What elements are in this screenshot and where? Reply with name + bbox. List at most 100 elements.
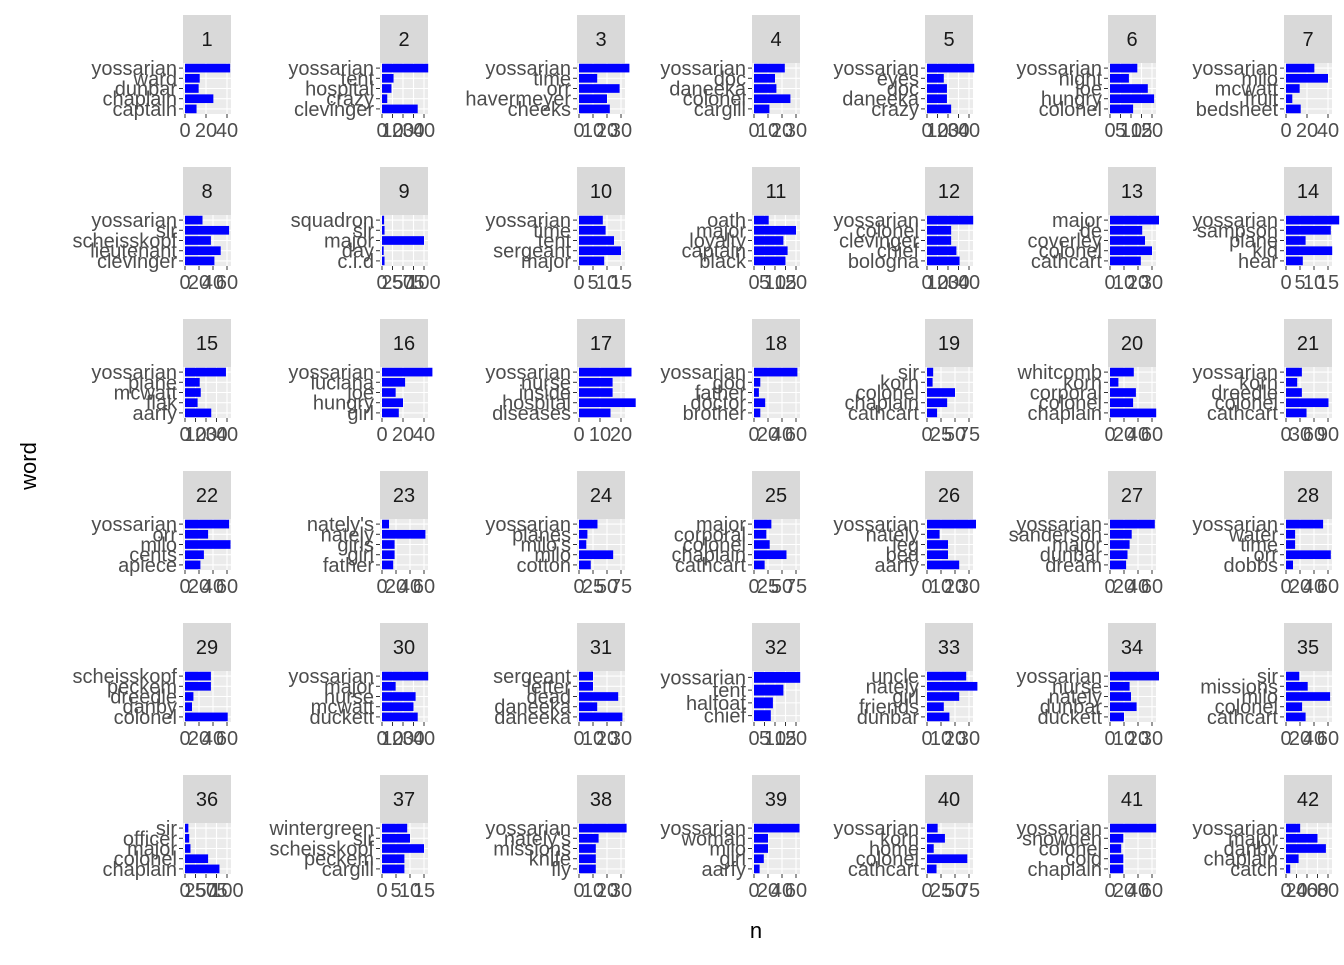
word-label: chief — [704, 706, 747, 728]
bar — [185, 84, 199, 93]
facet-panel-36: 36sirofficermajorcolonelchaplain02550751… — [102, 775, 244, 902]
x-tick-label: 20 — [195, 120, 217, 142]
bar — [1110, 94, 1155, 104]
x-tick-label: 30 — [958, 576, 980, 598]
facet-panel-33: 33unclenatelygirlfriendsdunbar0102030 — [857, 623, 980, 750]
bar — [754, 684, 784, 696]
bar — [1110, 702, 1137, 712]
bar — [754, 73, 775, 83]
bar — [927, 833, 945, 843]
bar — [1286, 94, 1293, 104]
bar — [1286, 823, 1301, 833]
bar — [754, 697, 773, 709]
bar — [754, 246, 788, 256]
word-label: father — [323, 555, 374, 577]
bar — [382, 84, 392, 93]
bar — [927, 377, 933, 387]
x-tick-label: 100 — [210, 880, 243, 902]
word-label: captain — [113, 99, 178, 121]
facet-panel-27: 27yossariansandersonmajordunbardream0204… — [1009, 471, 1163, 598]
bar — [1110, 833, 1124, 843]
bar — [1286, 560, 1293, 570]
bar — [754, 225, 796, 235]
facet-strip-label: 39 — [765, 789, 787, 811]
facet-panel-21: 21yossariankorndreedlecolonelcathcart030… — [1192, 319, 1339, 446]
bar — [754, 377, 761, 387]
bar — [927, 712, 950, 722]
word-label: c.i.d — [337, 251, 374, 273]
bar — [579, 823, 627, 833]
x-tick-label: 30 — [958, 728, 980, 750]
bar — [382, 236, 424, 245]
bar — [579, 246, 621, 256]
bar — [927, 681, 978, 691]
bar — [754, 560, 765, 570]
x-tick-label: 20 — [1141, 120, 1163, 142]
bar — [579, 73, 598, 83]
bar — [579, 398, 636, 408]
facet-strip-label: 11 — [766, 181, 787, 203]
facet-panel-19: 19sirkorncolonelchaplaincathcart0255075 — [844, 319, 980, 446]
x-tick-label: 0 — [376, 880, 387, 902]
facet-panel-10: 10yossariantimetentsergeantmajor0 51015 — [485, 167, 632, 294]
bar — [1286, 692, 1331, 701]
word-label: cargill — [694, 99, 746, 121]
bar — [1286, 236, 1306, 245]
bar — [185, 256, 215, 266]
bar — [1110, 215, 1159, 225]
word-label: hear — [1238, 251, 1278, 273]
facet-strip-label: 18 — [765, 333, 787, 355]
facet-panel-31: 31sergeantletterdeaddaneekadaneeka010203… — [493, 623, 632, 750]
facet-panel-30: 30yossarianmajornursemcwattduckett010203… — [288, 623, 435, 750]
word-label: clevinger — [294, 99, 374, 121]
facet-strip-label: 31 — [590, 637, 612, 659]
facet-strip-label: 5 — [943, 29, 954, 51]
word-label: duckett — [310, 707, 375, 729]
bar — [382, 844, 424, 853]
facet-panel-18: 18yossariangodfatherdoctorbrother0204060 — [660, 319, 807, 446]
bar — [1286, 215, 1340, 225]
facet-strip-label: 27 — [1121, 485, 1143, 507]
bar — [382, 540, 395, 549]
word-label: chaplain — [102, 859, 177, 881]
bar — [754, 388, 759, 397]
bar — [927, 529, 940, 539]
x-tick-label: 75 — [958, 880, 980, 902]
facet-panel-7: 7yossarianmilomcwattfruitbedsheet0 2040 — [1192, 15, 1339, 142]
facet-strip-label: 25 — [765, 485, 787, 507]
bar — [927, 388, 955, 397]
x-tick-label: 20 — [785, 272, 807, 294]
facet-strip-label: 35 — [1297, 637, 1319, 659]
facet-strip-label: 6 — [1126, 29, 1137, 51]
bar — [927, 550, 948, 560]
bar — [1286, 225, 1331, 235]
bar — [382, 702, 414, 712]
bar — [579, 681, 593, 691]
facet-panel-34: 34yossariannursenatelydunbarduckett01020… — [1016, 623, 1163, 750]
bar — [1286, 529, 1296, 539]
facet-strip-label: 28 — [1297, 485, 1319, 507]
x-tick-label: 0 — [748, 728, 759, 750]
word-label: girl — [347, 403, 374, 425]
word-label: colonel — [1039, 99, 1102, 121]
bar — [382, 398, 403, 408]
bar — [185, 367, 226, 377]
word-label: cathcart — [675, 555, 747, 577]
bar — [1110, 864, 1124, 874]
facet-strip-label: 40 — [938, 789, 960, 811]
x-tick-label: 75 — [958, 424, 980, 446]
bar — [754, 550, 787, 560]
x-tick-label: 0 — [748, 272, 759, 294]
facet-panel-29: 29scheisskopfpeckemdreedledanbycolonel02… — [73, 623, 238, 750]
bar — [927, 864, 937, 874]
x-tick-label: 60 — [785, 880, 807, 902]
facet-panel-16: 16yossarianlucianajoehungrygirl0 2040 — [288, 319, 435, 446]
x-tick-label: 30 — [610, 728, 632, 750]
facet-strip-label: 13 — [1121, 181, 1143, 203]
x-tick-label: 75 — [610, 576, 632, 598]
bar — [382, 681, 396, 691]
bar — [382, 864, 405, 874]
bar — [1286, 540, 1296, 549]
bar — [1286, 833, 1318, 843]
bar — [927, 671, 967, 681]
